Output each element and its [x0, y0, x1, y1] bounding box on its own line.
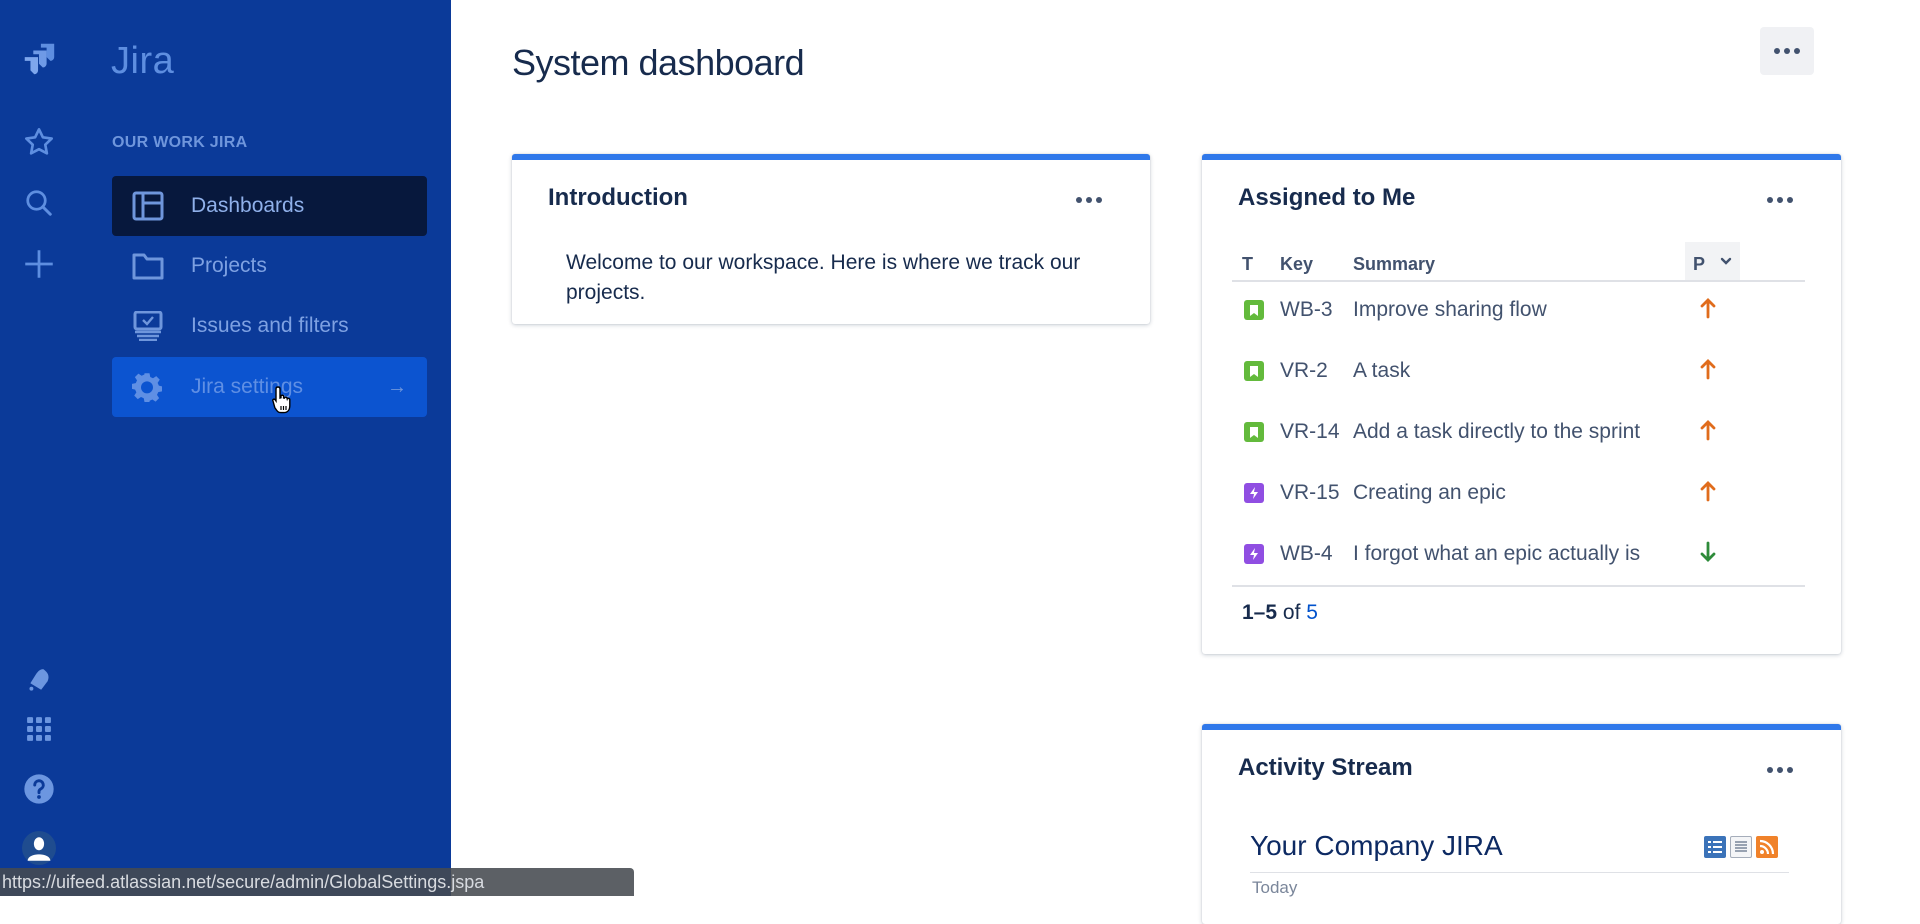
introduction-gadget: Introduction Welcome to our workspace. H… — [512, 154, 1150, 324]
pagination-of: of — [1282, 601, 1301, 624]
table-row[interactable]: WB-3 Improve sharing flow — [1232, 282, 1805, 343]
more-icon — [1767, 767, 1793, 773]
table-header: T Key Summary P — [1232, 242, 1805, 282]
table-row[interactable]: WB-4 I forgot what an epic actually is — [1232, 526, 1805, 587]
notification-bell-icon[interactable] — [20, 661, 58, 699]
dashboard-more-button[interactable] — [1760, 27, 1814, 75]
issue-table: T Key Summary P WB-3 Improve sharing flow… — [1232, 242, 1805, 645]
priority-low-icon — [1698, 540, 1718, 564]
priority-high-icon — [1698, 296, 1718, 320]
table-footer: 1–5 of 5 — [1232, 585, 1805, 645]
table-row[interactable]: VR-14 Add a task directly to the sprint — [1232, 404, 1805, 465]
app-switcher-icon[interactable] — [20, 710, 58, 748]
issue-key-link[interactable]: VR-2 — [1280, 359, 1328, 383]
hand-cursor-icon — [272, 385, 294, 415]
stream-day-label: Today — [1252, 878, 1298, 897]
jira-logo-icon[interactable] — [20, 40, 58, 78]
sidebar-item-label: Dashboards — [191, 194, 305, 217]
list-view-icon[interactable] — [1730, 836, 1752, 858]
product-name[interactable]: Jira — [111, 40, 174, 83]
epic-type-icon — [1244, 544, 1264, 564]
folder-icon — [132, 251, 164, 281]
issue-key-link[interactable]: WB-3 — [1280, 298, 1333, 322]
story-type-icon — [1244, 300, 1264, 320]
issue-key-link[interactable]: VR-15 — [1280, 481, 1340, 505]
introduction-text: Welcome to our workspace. Here is where … — [566, 251, 1081, 304]
page-title: System dashboard — [512, 42, 805, 83]
sidebar-item-dashboards[interactable]: Dashboards — [112, 176, 427, 236]
stream-view-controls — [1704, 836, 1778, 858]
help-icon[interactable] — [20, 770, 58, 808]
priority-high-icon — [1698, 479, 1718, 503]
sidebar-item-label: Projects — [191, 254, 267, 277]
story-type-icon — [1244, 422, 1264, 442]
plus-icon[interactable] — [20, 245, 58, 283]
priority-header-label: P — [1693, 254, 1706, 274]
user-avatar-icon[interactable] — [20, 829, 58, 867]
table-body: WB-3 Improve sharing flow VR-2 A task VR-14 A… — [1232, 282, 1805, 587]
issue-summary-link[interactable]: Creating an epic — [1353, 481, 1506, 505]
sidebar-item-label: Issues and filters — [191, 314, 349, 337]
sidebar: Jira OUR WORK JIRA Dashboards Projects I… — [0, 0, 451, 896]
table-row[interactable]: VR-15 Creating an epic — [1232, 465, 1805, 526]
gadget-more-button[interactable] — [1765, 760, 1795, 780]
main-content: System dashboard Introduction Welcome to… — [451, 0, 1920, 924]
gadget-more-button[interactable] — [1074, 190, 1104, 210]
issue-summary-link[interactable]: I forgot what an epic actually is — [1353, 542, 1640, 566]
column-header-summary[interactable]: Summary — [1353, 254, 1435, 275]
issue-key-link[interactable]: WB-4 — [1280, 542, 1333, 566]
rss-feed-icon[interactable] — [1756, 836, 1778, 858]
sidebar-item-jira-settings[interactable]: Jira settings → — [112, 357, 427, 417]
pagination-range: 1–5 — [1242, 601, 1278, 624]
gadget-title: Introduction — [548, 184, 688, 211]
priority-high-icon — [1698, 418, 1718, 442]
issue-summary-link[interactable]: Improve sharing flow — [1353, 298, 1547, 322]
issue-summary-link[interactable]: Add a task directly to the sprint — [1353, 420, 1640, 444]
section-label: OUR WORK JIRA — [112, 134, 248, 151]
assigned-to-me-gadget: Assigned to Me T Key Summary P WB-3 Impro… — [1202, 154, 1841, 654]
priority-high-icon — [1698, 357, 1718, 381]
stream-title: Your Company JIRA — [1250, 830, 1503, 861]
activity-stream-gadget: Activity Stream Your Company JIRA Today — [1202, 724, 1841, 924]
more-icon — [1076, 197, 1102, 203]
dashboard-icon — [132, 191, 164, 221]
column-header-type[interactable]: T — [1242, 254, 1253, 275]
issues-icon — [132, 310, 164, 342]
search-icon[interactable] — [20, 184, 58, 222]
gear-icon — [132, 372, 164, 402]
pagination-summary: 1–5 of 5 — [1242, 601, 1318, 625]
issue-key-link[interactable]: VR-14 — [1280, 420, 1340, 444]
gadget-title: Activity Stream — [1238, 754, 1413, 781]
chevron-down-icon — [1719, 254, 1733, 273]
more-icon — [1774, 48, 1800, 54]
issue-summary-link[interactable]: A task — [1353, 359, 1410, 383]
epic-type-icon — [1244, 483, 1264, 503]
table-row[interactable]: VR-2 A task — [1232, 343, 1805, 404]
pagination-total-link[interactable]: 5 — [1306, 601, 1318, 624]
divider — [1250, 872, 1789, 873]
full-view-icon[interactable] — [1704, 836, 1726, 858]
column-header-priority[interactable]: P — [1685, 242, 1740, 280]
browser-status-url: https://uifeed.atlassian.net/secure/admi… — [0, 868, 634, 896]
gadget-more-button[interactable] — [1765, 190, 1795, 210]
gadget-title: Assigned to Me — [1238, 184, 1416, 211]
story-type-icon — [1244, 361, 1264, 381]
star-icon[interactable] — [20, 123, 58, 161]
sidebar-item-issues-and-filters[interactable]: Issues and filters — [112, 296, 427, 356]
more-icon — [1767, 197, 1793, 203]
sidebar-item-projects[interactable]: Projects — [112, 236, 427, 296]
column-header-key[interactable]: Key — [1280, 254, 1313, 275]
arrow-right-icon: → — [387, 375, 407, 398]
